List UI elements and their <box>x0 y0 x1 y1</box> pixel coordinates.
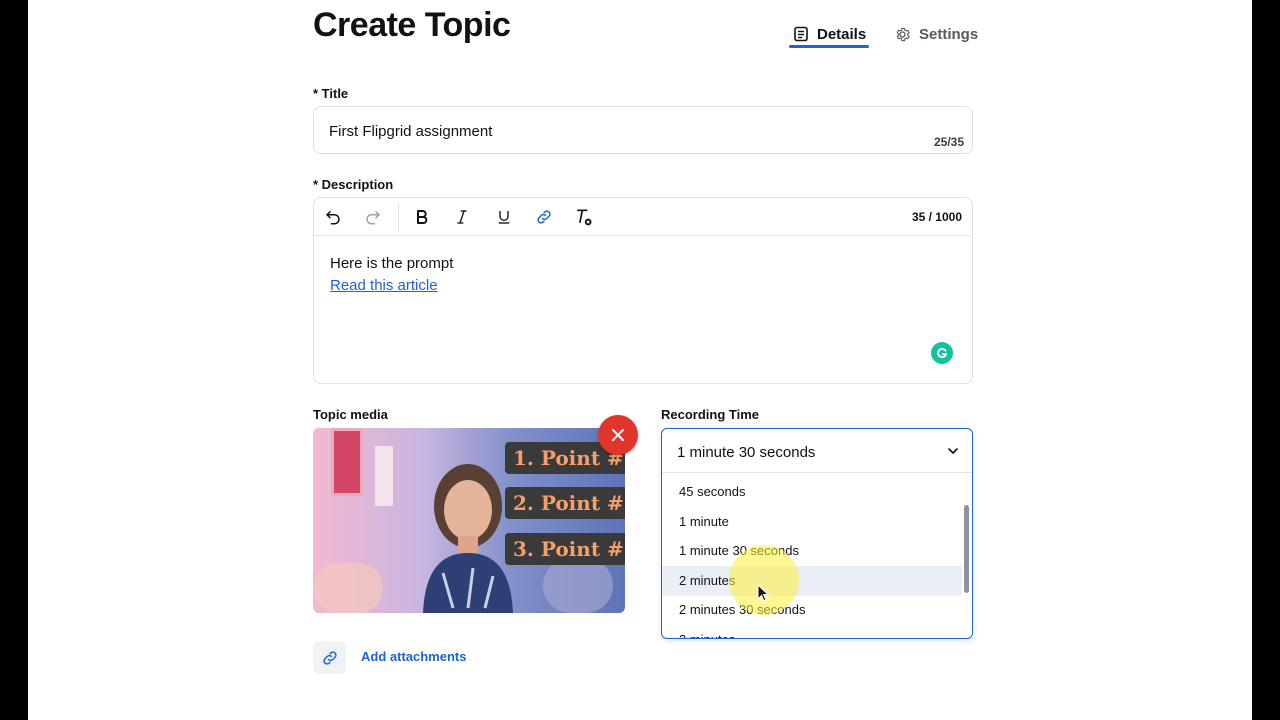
italic-icon[interactable] <box>450 205 474 229</box>
grammarly-icon[interactable] <box>931 342 953 364</box>
toolbar-divider <box>398 202 399 232</box>
description-label: * Description <box>313 177 394 192</box>
editor-toolbar: 35 / 1000 <box>314 198 972 236</box>
title-char-count: 25/35 <box>933 135 964 149</box>
undo-icon[interactable] <box>321 205 345 229</box>
wall-decoration <box>375 446 393 506</box>
description-editor[interactable]: 35 / 1000 Here is the prompt Read this a… <box>313 197 973 384</box>
active-tab-indicator <box>789 45 869 48</box>
recording-time-option[interactable]: 1 minute <box>662 507 962 537</box>
title-input[interactable]: First Flipgrid assignment 25/35 <box>313 106 973 154</box>
clear-format-icon[interactable] <box>572 205 596 229</box>
point-tag-3: 3. Point #3 <box>505 533 625 565</box>
close-icon <box>612 429 624 441</box>
bold-icon[interactable] <box>410 205 434 229</box>
cursor-highlight <box>729 545 799 615</box>
tab-settings[interactable]: Settings <box>894 22 978 46</box>
point-tag-2: 2. Point #2 <box>505 487 625 519</box>
topic-media-label: Topic media <box>313 407 388 422</box>
page-title: Create Topic <box>313 6 511 44</box>
link-icon <box>322 650 337 665</box>
redo-icon[interactable] <box>361 205 385 229</box>
add-attachments-icon-button[interactable] <box>313 641 346 674</box>
wall-frame-icon <box>331 428 363 496</box>
create-topic-page: Create Topic Details Settings * Title Fi… <box>28 0 1252 720</box>
underline-icon[interactable] <box>492 205 516 229</box>
recording-time-option-highlighted[interactable]: 2 minutes <box>662 566 962 596</box>
gear-icon <box>896 27 910 41</box>
right-hand <box>543 558 613 613</box>
chevron-down-icon <box>948 448 958 454</box>
recording-time-option[interactable]: 1 minute 30 seconds <box>662 536 962 566</box>
recording-time-selected[interactable]: 1 minute 30 seconds <box>662 429 972 473</box>
link-icon[interactable] <box>532 205 556 229</box>
remove-media-button[interactable] <box>598 415 638 455</box>
description-text: Here is the prompt <box>330 255 454 272</box>
recording-time-label: Recording Time <box>661 407 760 422</box>
recording-time-option[interactable]: 45 seconds <box>662 477 962 507</box>
dropdown-scrollbar[interactable] <box>964 505 969 593</box>
recording-time-option[interactable]: 3 minutes <box>662 625 962 638</box>
description-char-count: 35 / 1000 <box>911 210 962 224</box>
tab-details-label: Details <box>817 25 867 43</box>
tab-settings-label: Settings <box>919 25 979 43</box>
mouse-cursor-icon <box>757 584 769 602</box>
recording-time-option[interactable]: 2 minutes 30 seconds <box>662 595 962 625</box>
notes-icon <box>794 26 808 42</box>
left-hand <box>313 563 383 613</box>
tab-details[interactable]: Details <box>793 22 866 46</box>
title-value: First Flipgrid assignment <box>329 123 493 140</box>
recording-time-value: 1 minute 30 seconds <box>677 444 816 461</box>
title-label: * Title <box>313 86 349 101</box>
description-link[interactable]: Read this article <box>330 275 438 297</box>
topic-media-thumbnail[interactable]: 1. Point #1 2. Point #2 3. Point #3 <box>313 428 625 613</box>
recording-time-dropdown[interactable]: 1 minute 30 seconds 45 seconds 1 minute … <box>661 428 973 639</box>
add-attachments-link[interactable]: Add attachments <box>361 649 466 664</box>
